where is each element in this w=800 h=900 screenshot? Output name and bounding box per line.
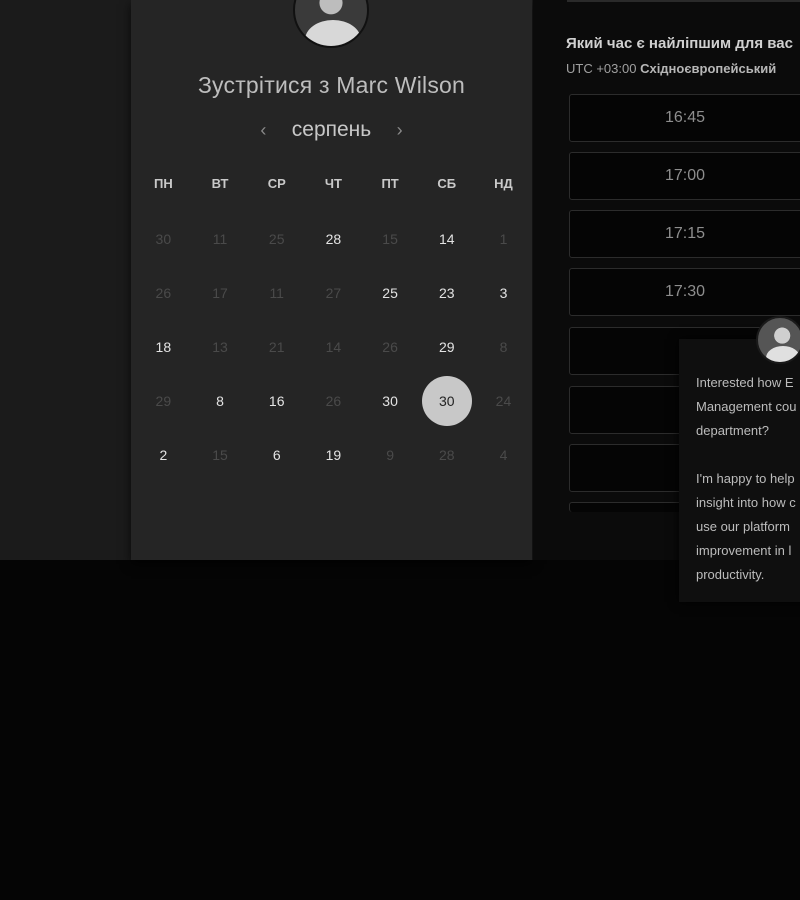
calendar-day: 11 [212,231,228,247]
calendar-day[interactable]: 23 [418,266,475,320]
calendar-day: 28 [438,447,455,463]
calendar-day[interactable]: 30 [362,374,419,428]
host-avatar [293,0,369,48]
calendar-day: 13 [212,339,228,355]
chat-message: Interested how E Management cou departme… [696,375,797,582]
calendar-week: 29 8 16 26 30 30 24 [135,374,532,428]
month-navigation: ‹ серпень › [131,118,532,142]
weekday-header: ПН ВТ СР ЧТ ПТ СБ НД [135,176,532,191]
month-label: серпень [291,118,372,141]
calendar-day: 14 [325,339,342,355]
calendar-day[interactable]: 19 [305,428,362,482]
calendar-day: 25 [268,231,285,247]
calendar-week: 2 15 6 19 9 28 4 [135,428,532,482]
calendar-day[interactable]: 18 [135,320,192,374]
time-slot[interactable]: 17:30 [569,268,800,316]
calendar-day: 17 [212,285,228,301]
calendar-day[interactable]: 29 [418,320,475,374]
calendar-day[interactable]: 3 [475,266,532,320]
calendar-day[interactable]: 8 [192,374,249,428]
calendar-day: 24 [495,393,512,409]
calendar-day: 26 [382,339,398,355]
chat-avatar [756,316,800,364]
calendar-day: 26 [325,393,342,409]
calendar-day: 4 [499,447,508,463]
calendar-day[interactable]: 2 [135,428,192,482]
calendar-day: 8 [499,339,508,355]
calendar-day-selected[interactable]: 30 [418,374,475,428]
weekday-label: ВТ [211,176,229,191]
weekday-label: ПТ [381,176,399,191]
calendar-day: 1 [499,231,508,247]
chevron-left-icon[interactable]: ‹ [253,120,273,141]
time-slot-label: 17:30 [664,283,706,300]
calendar-day[interactable]: 6 [248,428,305,482]
time-slot-label: 17:00 [664,167,706,184]
calendar-day[interactable]: 28 [305,212,362,266]
calendar-day: 9 [386,447,394,463]
timezone-name: Східноєвропейський [640,61,777,76]
time-slot[interactable]: 16:45 [569,94,800,142]
calendar-week: 30 11 25 28 15 14 1 [135,212,532,266]
time-slot-label: 16:45 [664,109,706,126]
calendar-day: 26 [155,285,172,301]
weekday-label: СР [267,176,286,191]
calendar-day: 15 [382,231,398,247]
calendar-day: 29 [155,393,172,409]
calendar-day: 21 [268,339,285,355]
weekday-label: СБ [437,176,457,191]
meeting-title: Зустрітися з Marc Wilson [197,72,466,98]
calendar-day[interactable]: 16 [248,374,305,428]
time-slot[interactable]: 17:00 [569,152,800,200]
divider [567,0,800,2]
timezone-offset: UTC +03:00 [566,61,637,76]
calendar-day: 15 [212,447,228,463]
time-heading: Який час є найліпшим для вас [566,35,793,52]
selected-day-marker: 30 [421,376,472,426]
timezone-label[interactable]: UTC +03:00 Східноєвропейський [566,61,776,76]
calendar-day: 30 [155,231,172,247]
time-slot[interactable]: 17:15 [569,210,800,258]
weekday-label: НД [494,176,513,191]
chevron-right-icon[interactable]: › [390,120,410,141]
calendar-day: 27 [325,285,342,301]
calendar-day[interactable]: 25 [362,266,419,320]
calendar-day[interactable]: 14 [418,212,475,266]
calendar-day: 11 [269,285,284,301]
calendar-week: 26 17 11 27 25 23 3 [135,266,532,320]
weekday-label: ПН [153,176,173,191]
weekday-label: ЧТ [324,176,342,191]
time-slot-label: 17:15 [664,225,706,242]
calendar-week: 18 13 21 14 26 29 8 [135,320,532,374]
